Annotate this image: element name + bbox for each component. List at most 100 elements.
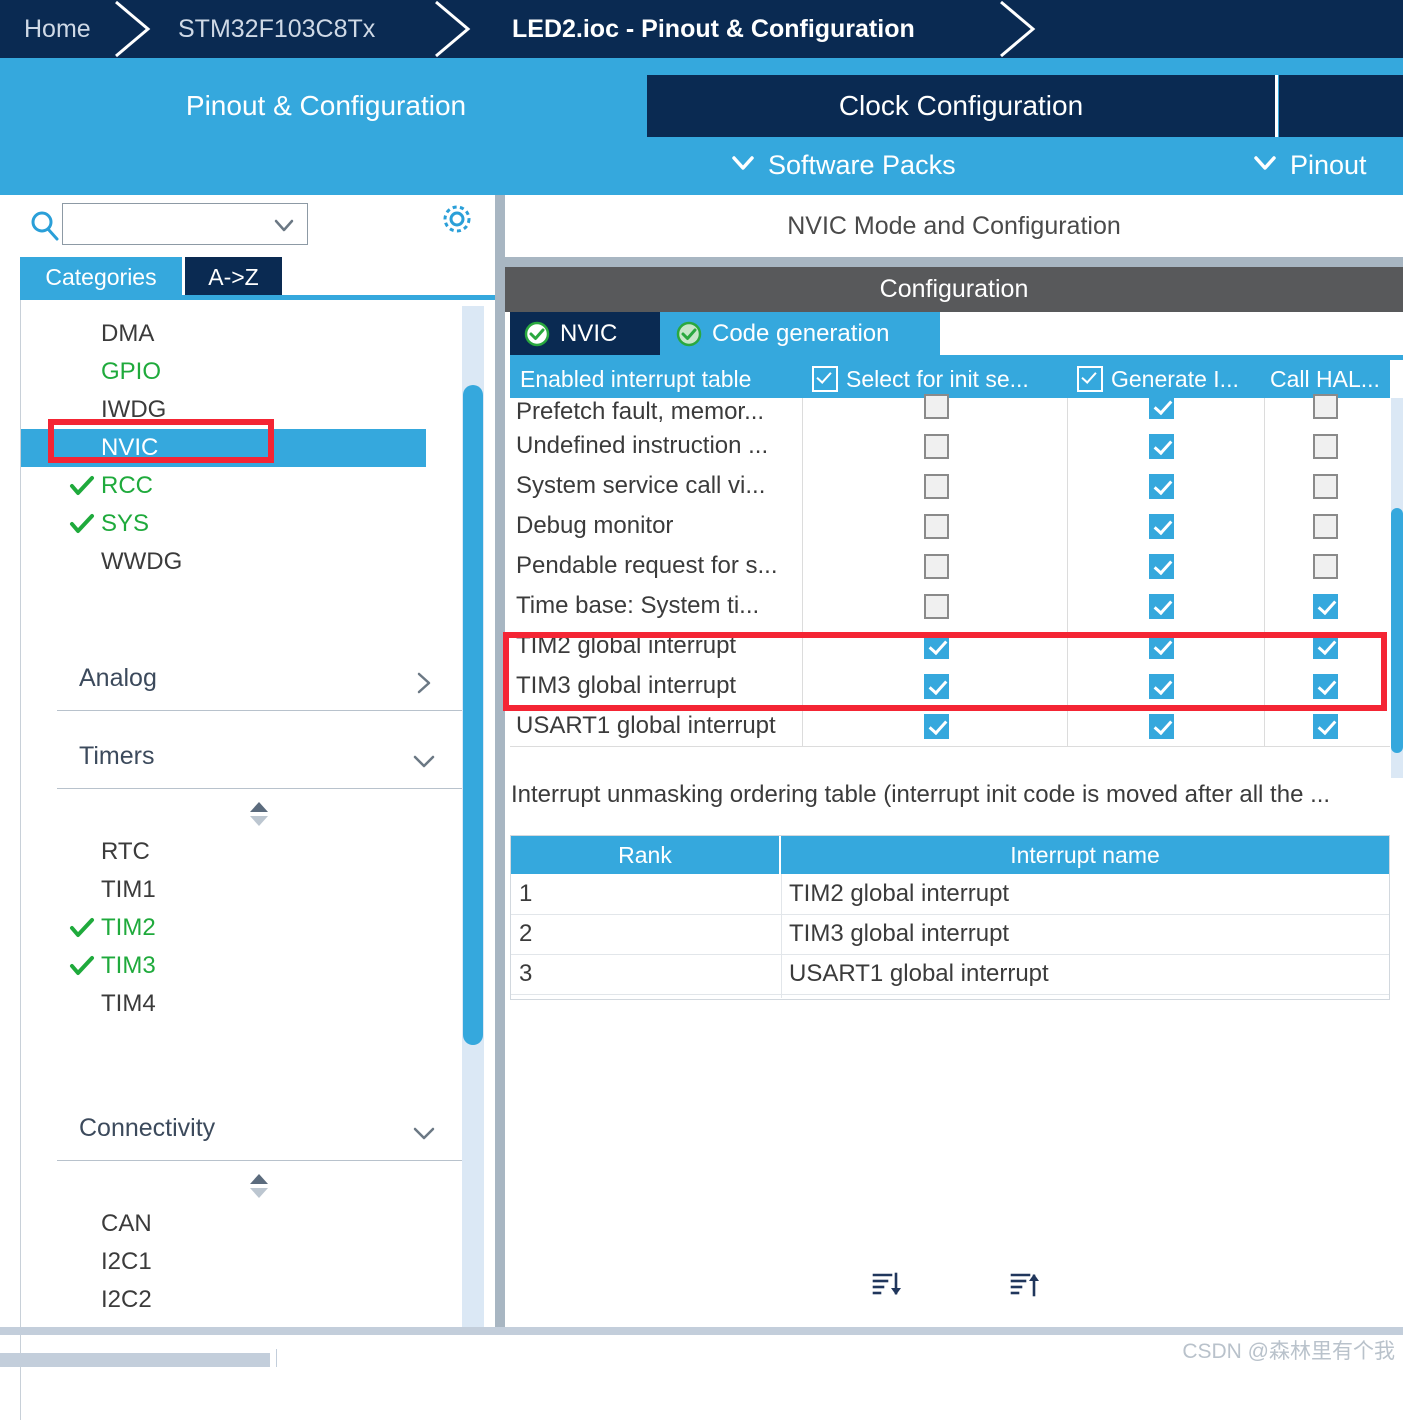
sidebar-item-rcc[interactable]: RCC xyxy=(21,467,477,505)
table-row[interactable]: 3 USART1 global interrupt xyxy=(511,954,1389,995)
search-input[interactable] xyxy=(69,209,273,241)
tab-clock-configuration[interactable]: Clock Configuration xyxy=(647,75,1275,137)
table-row[interactable]: 2 TIM3 global interrupt xyxy=(511,914,1389,955)
sidebar-scrollbar-thumb[interactable] xyxy=(463,385,483,1045)
scroll-updown-icon-connectivity[interactable] xyxy=(246,1172,272,1202)
col-enabled-interrupt-table[interactable]: Enabled interrupt table xyxy=(510,360,808,398)
sidebar-search-row xyxy=(0,195,495,257)
table-row[interactable]: Prefetch fault, memor... xyxy=(510,394,1390,427)
checkbox-call-hal[interactable] xyxy=(1313,554,1338,579)
sidebar-item-can[interactable]: CAN xyxy=(21,1205,477,1243)
sort-ascending-icon[interactable] xyxy=(1009,1268,1043,1302)
chevron-right-icon[interactable] xyxy=(411,670,437,696)
sidebar-item-dma[interactable]: DMA xyxy=(21,315,477,353)
chevron-down-icon-connectivity[interactable] xyxy=(411,1120,437,1146)
sidebar-section-timers[interactable]: Timers xyxy=(57,736,467,789)
sidebar-item-nvic[interactable]: NVIC xyxy=(21,429,426,467)
breadcrumb-item-mcu[interactable]: STM32F103C8Tx xyxy=(178,0,375,58)
sidebar-section-connectivity[interactable]: Connectivity xyxy=(57,1108,467,1161)
tab-code-generation[interactable]: Code generation xyxy=(660,312,940,355)
chevron-down-icon-timers[interactable] xyxy=(411,748,437,774)
checkbox-generate[interactable] xyxy=(1149,554,1174,579)
table-row[interactable]: Pendable request for s... xyxy=(510,546,1390,587)
sidebar-item-tim2[interactable]: TIM2 xyxy=(21,909,477,947)
checkbox-generate-all[interactable] xyxy=(1077,366,1103,392)
checkbox-generate[interactable] xyxy=(1149,674,1174,699)
interrupt-name: TIM2 global interrupt xyxy=(789,880,1010,907)
table-row[interactable]: TIM3 global interrupt xyxy=(510,666,1390,707)
breadcrumb-item-home[interactable]: Home xyxy=(24,0,91,58)
sidebar-item-tim4[interactable]: TIM4 xyxy=(21,985,477,1023)
checkbox-generate[interactable] xyxy=(1149,714,1174,739)
checkbox-select-for-init[interactable] xyxy=(924,474,949,499)
col-generate[interactable]: Generate I... xyxy=(1067,360,1266,398)
checkbox-call-hal[interactable] xyxy=(1313,434,1338,459)
enabled-interrupt-table: Enabled interrupt table Select for init … xyxy=(510,360,1390,780)
checkbox-select-for-init[interactable] xyxy=(924,554,949,579)
checkbox-call-hal[interactable] xyxy=(1313,674,1338,699)
interrupt-name: System service call vi... xyxy=(516,472,766,499)
sidebar-item-iwdg[interactable]: IWDG xyxy=(21,391,477,429)
sidebar-item-rtc[interactable]: RTC xyxy=(21,833,477,871)
checkbox-call-hal[interactable] xyxy=(1313,594,1338,619)
table-row[interactable]: System service call vi... xyxy=(510,466,1390,507)
checkbox-select-for-init[interactable] xyxy=(924,394,949,419)
interrupt-table-scrollbar-thumb[interactable] xyxy=(1391,508,1403,753)
checkbox-generate[interactable] xyxy=(1149,594,1174,619)
checkbox-call-hal[interactable] xyxy=(1313,714,1338,739)
table-row[interactable]: Time base: System ti... xyxy=(510,586,1390,627)
sidebar-item-tim1[interactable]: TIM1 xyxy=(21,871,477,909)
col-interrupt-name[interactable]: Interrupt name xyxy=(781,836,1389,874)
checkbox-call-hal[interactable] xyxy=(1313,474,1338,499)
checkbox-generate[interactable] xyxy=(1149,434,1174,459)
checkbox-select-for-init[interactable] xyxy=(924,594,949,619)
checkbox-select-for-init[interactable] xyxy=(924,714,949,739)
tab-pinout-configuration[interactable]: Pinout & Configuration xyxy=(8,75,644,137)
sidebar-tab-categories[interactable]: Categories xyxy=(20,257,182,297)
sort-descending-icon[interactable] xyxy=(871,1268,905,1302)
checkbox-call-hal[interactable] xyxy=(1313,634,1338,659)
sidebar-item-sys[interactable]: SYS xyxy=(21,505,477,543)
scroll-updown-icon-timers[interactable] xyxy=(246,800,272,830)
col-rank[interactable]: Rank xyxy=(511,836,779,874)
checkbox-generate[interactable] xyxy=(1149,474,1174,499)
sidebar-tab-az[interactable]: A->Z xyxy=(185,257,282,297)
check-icon-rcc xyxy=(69,474,95,498)
checkbox-generate[interactable] xyxy=(1149,514,1174,539)
search-combobox[interactable] xyxy=(62,203,308,245)
sidebar-item-tim2-label: TIM2 xyxy=(101,914,156,941)
table-row[interactable]: Undefined instruction ... xyxy=(510,426,1390,467)
sidebar-item-gpio[interactable]: GPIO xyxy=(21,353,477,391)
checkbox-select-for-init[interactable] xyxy=(924,674,949,699)
checkbox-select-for-init-all[interactable] xyxy=(812,366,838,392)
checkbox-select-for-init[interactable] xyxy=(924,634,949,659)
checkbox-call-hal[interactable] xyxy=(1313,394,1338,419)
sidebar-item-i2c2[interactable]: I2C2 xyxy=(21,1281,477,1319)
gear-icon[interactable] xyxy=(438,200,476,238)
subtab-software-packs[interactable]: Software Packs xyxy=(730,136,956,194)
configuration-header: Configuration xyxy=(505,267,1403,312)
tab-nvic[interactable]: NVIC xyxy=(510,312,670,355)
checkbox-select-for-init[interactable] xyxy=(924,434,949,459)
table-row[interactable]: TIM2 global interrupt xyxy=(510,626,1390,667)
interrupt-table-header: Enabled interrupt table Select for init … xyxy=(510,360,1390,398)
cell-divider xyxy=(1067,626,1068,666)
checkbox-call-hal[interactable] xyxy=(1313,514,1338,539)
sidebar-item-tim3[interactable]: TIM3 xyxy=(21,947,477,985)
breadcrumb-item-file[interactable]: LED2.ioc - Pinout & Configuration xyxy=(512,0,915,58)
checkbox-generate[interactable] xyxy=(1149,634,1174,659)
sidebar-section-analog[interactable]: Analog xyxy=(57,658,467,711)
table-row[interactable]: Debug monitor xyxy=(510,506,1390,547)
table-row[interactable]: USART1 global interrupt xyxy=(510,706,1390,747)
col-select-for-init[interactable]: Select for init se... xyxy=(802,360,1069,398)
cell-divider xyxy=(1067,398,1068,426)
subtab-pinout[interactable]: Pinout xyxy=(1252,136,1367,194)
col-call-hal[interactable]: Call HAL... xyxy=(1264,360,1390,398)
tab-extra[interactable] xyxy=(1279,75,1403,137)
sidebar-item-wwdg[interactable]: WWDG xyxy=(21,543,477,581)
table-row[interactable]: 1 TIM2 global interrupt xyxy=(511,874,1389,915)
checkbox-generate[interactable] xyxy=(1149,394,1174,419)
checkbox-select-for-init[interactable] xyxy=(924,514,949,539)
sidebar-item-i2c1[interactable]: I2C1 xyxy=(21,1243,477,1281)
chevron-down-icon-search[interactable] xyxy=(273,216,295,234)
